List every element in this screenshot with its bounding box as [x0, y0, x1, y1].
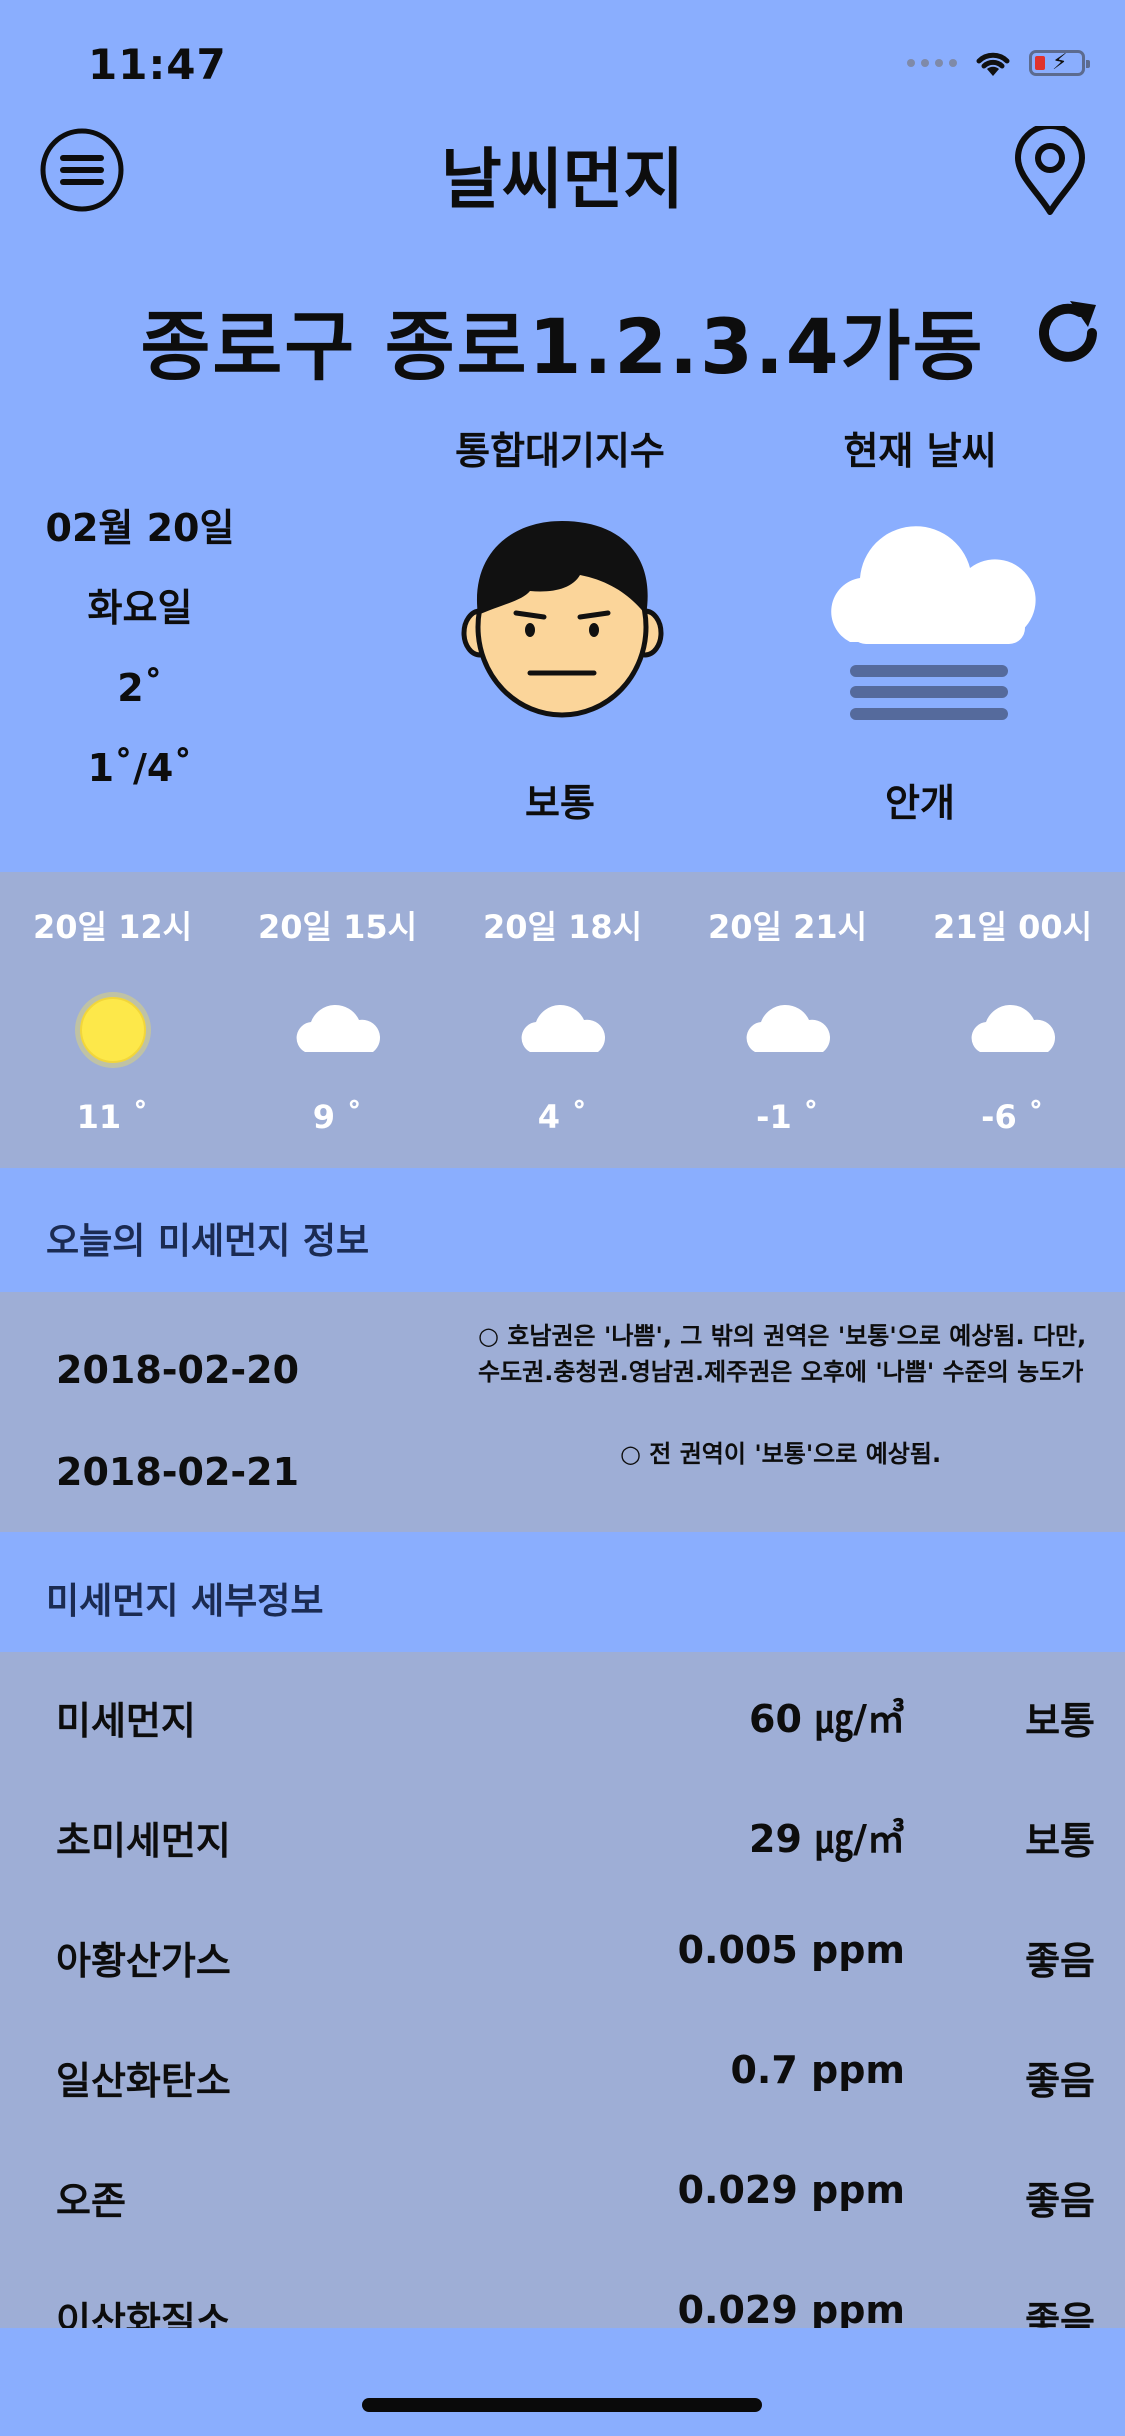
forecast-time: 20일 21시	[707, 908, 868, 946]
pollutant-name: 초미세먼지	[56, 1819, 231, 1863]
dust-message-line: ○ 전 권역이 '보통'으로 예상됨.	[620, 1440, 942, 1468]
forecast-temp: 9 ˚	[312, 1098, 363, 1136]
date-text: 02월 20일	[45, 506, 235, 550]
detail-row: 이산화질소 0.029 ppm 좋음	[0, 2252, 1125, 2328]
dust-message-line: ○ 호남권은 '나쁨', 그 밖의 권역은 '보통'으로 예상됨. 다만,	[478, 1322, 1087, 1350]
aqi-label: 통합대기지수	[455, 429, 665, 473]
forecast-temp: -1 ˚	[756, 1098, 819, 1136]
wifi-icon	[976, 52, 1010, 76]
pollutant-name: 아황산가스	[56, 1939, 231, 1983]
cloud-icon	[521, 1004, 605, 1052]
status-time: 11:47	[88, 40, 227, 89]
dust-message-line: 수도권.충청권.영남권.제주권은 오후에 '나쁨' 수준의 농도가	[478, 1358, 1084, 1386]
dust-date: 2018-02-21	[56, 1450, 300, 1494]
detail-row: 일산화탄소 0.7 ppm 좋음	[0, 2012, 1125, 2132]
aqi-status: 보통	[525, 781, 595, 825]
forecast-temp: -6 ˚	[981, 1098, 1044, 1136]
pollutant-grade: 보통	[1025, 1699, 1095, 1743]
detail-row: 미세먼지 60 ㎍/㎥ 보통	[0, 1652, 1125, 1772]
detail-list[interactable]: 미세먼지 60 ㎍/㎥ 보통 초미세먼지 29 ㎍/㎥ 보통 아황산가스 0.0…	[0, 1652, 1125, 2328]
battery-icon: ⚡	[1029, 50, 1090, 76]
home-indicator[interactable]	[362, 2398, 762, 2412]
forecast-time: 20일 12시	[32, 908, 193, 946]
pollutant-value: 0.029 ppm	[677, 2288, 905, 2328]
pollutant-value: 0.7 ppm	[730, 2048, 905, 2092]
current-temp: 2˚	[117, 666, 163, 710]
pollutant-grade: 좋음	[1025, 1939, 1095, 1983]
today-dust-list[interactable]: 2018-02-20 ○ 호남권은 '나쁨', 그 밖의 권역은 '보통'으로 …	[0, 1292, 1125, 1532]
fog-icon	[831, 526, 1036, 720]
pollutant-name: 미세먼지	[56, 1699, 196, 1743]
status-icons: ⚡	[907, 48, 1090, 78]
location-name: 종로구 종로1.2.3.4가동	[140, 302, 985, 391]
dust-message: ○ 호남권은 '나쁨', 그 밖의 권역은 '보통'으로 예상됨. 다만, 수도…	[478, 1318, 1086, 1390]
aqi-face-icon	[461, 521, 664, 718]
pollutant-grade: 좋음	[1025, 2179, 1095, 2223]
hourly-forecast[interactable]: 20일 12시 11 ˚ 20일 15시 9 ˚ 20일 18시 4 ˚ 20일…	[0, 872, 1125, 1168]
pollutant-value: 0.005 ppm	[677, 1928, 905, 1972]
pollutant-name: 이산화질소	[56, 2299, 231, 2328]
forecast-item: 20일 12시 11 ˚	[0, 902, 225, 1136]
forecast-time: 20일 18시	[482, 908, 643, 946]
cloud-icon	[296, 1004, 380, 1052]
forecast-temp: 11 ˚	[76, 1098, 149, 1136]
forecast-time: 20일 15시	[257, 908, 418, 946]
weekday-text: 화요일	[87, 586, 193, 630]
dust-date: 2018-02-20	[56, 1348, 300, 1392]
pollutant-value: 29 ㎍/㎥	[749, 1817, 905, 1861]
weather-status: 안개	[885, 781, 955, 825]
pollutant-grade: 보통	[1025, 1819, 1095, 1863]
refresh-button[interactable]	[1030, 295, 1106, 371]
today-summary: 02월 20일 화요일 2˚ 1˚/4˚	[40, 488, 240, 808]
dust-message: ○ 전 권역이 '보통'으로 예상됨.	[620, 1436, 941, 1472]
forecast-temp: 4 ˚	[537, 1098, 588, 1136]
detail-row: 초미세먼지 29 ㎍/㎥ 보통	[0, 1772, 1125, 1892]
location-pin-button[interactable]	[1012, 126, 1088, 216]
detail-title: 미세먼지 세부정보	[46, 1581, 324, 1622]
sun-icon	[74, 992, 151, 1068]
pollutant-name: 오존	[56, 2179, 126, 2223]
pollutant-name: 일산화탄소	[56, 2059, 231, 2103]
pollutant-grade: 좋음	[1025, 2299, 1095, 2328]
detail-row: 아황산가스 0.005 ppm 좋음	[0, 1892, 1125, 2012]
forecast-item: 21일 00시 -6 ˚	[900, 902, 1125, 1136]
pollutant-value: 60 ㎍/㎥	[749, 1697, 905, 1741]
pollutant-grade: 좋음	[1025, 2059, 1095, 2103]
weather-label: 현재 날씨	[843, 429, 997, 473]
forecast-item: 20일 15시 9 ˚	[225, 902, 450, 1136]
forecast-item: 20일 21시 -1 ˚	[675, 902, 900, 1136]
today-dust-title: 오늘의 미세먼지 정보	[46, 1221, 370, 1262]
detail-row: 오존 0.029 ppm 좋음	[0, 2132, 1125, 2252]
pollutant-value: 0.029 ppm	[677, 2168, 905, 2212]
cloud-icon	[971, 1004, 1055, 1052]
app-title: 날씨먼지	[441, 141, 684, 218]
forecast-time: 21일 00시	[932, 908, 1093, 946]
min-max-temp: 1˚/4˚	[87, 746, 193, 790]
signal-dots-icon	[907, 59, 957, 67]
cloud-icon	[746, 1004, 830, 1052]
forecast-item: 20일 18시 4 ˚	[450, 902, 675, 1136]
